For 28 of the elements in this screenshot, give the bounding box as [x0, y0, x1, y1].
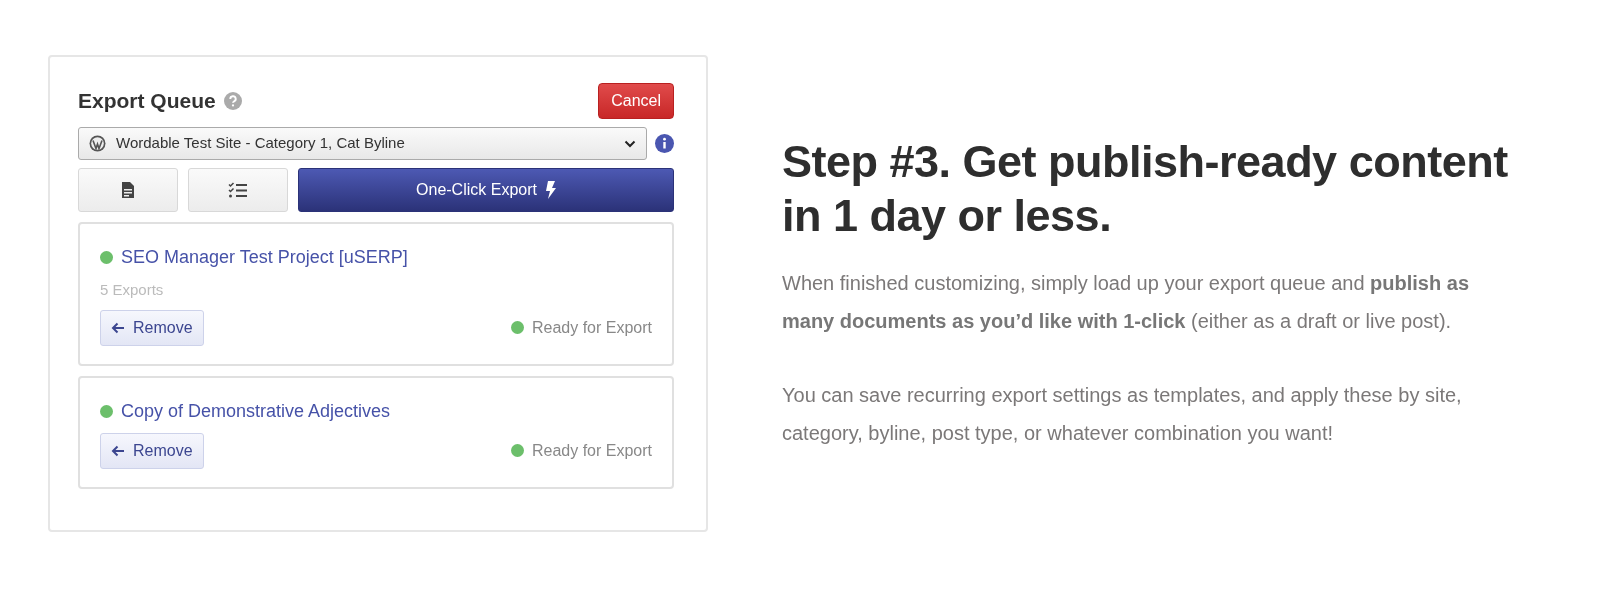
- project-link[interactable]: SEO Manager Test Project [uSERP]: [121, 244, 408, 271]
- status-text: Ready for Export: [531, 440, 652, 461]
- chevron-down-icon: [624, 139, 636, 148]
- one-click-export-button[interactable]: One-Click Export: [298, 168, 674, 212]
- step-heading: Step #3. Get publish-ready content in 1 day or less.: [782, 135, 1509, 243]
- export-count: 5 Exports: [100, 280, 165, 300]
- document-button[interactable]: [78, 168, 178, 212]
- paragraph: When finished customizing, simply load up your export queue and publish as many documents as you’d like with 1-click (either as a draft or live post).: [782, 271, 1470, 334]
- arrow-left-icon: [111, 444, 125, 457]
- status-dot: [100, 404, 113, 418]
- status-text: Ready for Export: [531, 317, 652, 338]
- cancel-button[interactable]: Cancel: [598, 83, 674, 119]
- document-icon: [121, 181, 135, 199]
- arrow-left-icon: [111, 321, 125, 334]
- paragraph: You can save recurring export settings as templates, and apply these by site, category, byline, post type, or whatever combination you want!: [782, 383, 1463, 446]
- site-select[interactable]: Wordable Test Site - Category 1, Cat Byline: [78, 127, 647, 160]
- remove-button[interactable]: Remove: [100, 432, 204, 469]
- info-icon[interactable]: [655, 134, 674, 153]
- remove-button[interactable]: Remove: [100, 309, 204, 346]
- project-link[interactable]: Copy of Demonstrative Adjectives: [121, 397, 391, 425]
- status-dot: [510, 321, 524, 334]
- wordpress-icon: [89, 135, 106, 152]
- checklist-button[interactable]: [188, 168, 288, 212]
- status-dot: [100, 251, 113, 264]
- status-dot: [510, 444, 524, 457]
- lightning-icon: [544, 181, 556, 199]
- checklist-icon: [228, 182, 248, 198]
- panel-title: Export Queue: [78, 88, 216, 115]
